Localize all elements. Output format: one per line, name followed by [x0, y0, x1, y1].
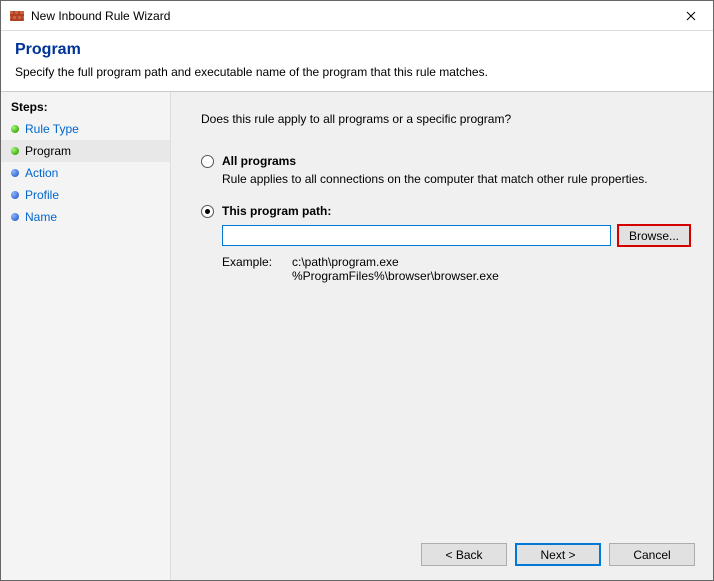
radio-label: All programs	[222, 154, 296, 168]
radio-label: This program path:	[222, 204, 331, 218]
step-label: Name	[25, 210, 57, 224]
step-program[interactable]: Program	[1, 140, 170, 162]
program-path-input[interactable]	[222, 225, 611, 246]
radio-all-programs[interactable]: All programs	[201, 154, 691, 168]
browse-button[interactable]: Browse...	[617, 224, 691, 247]
steps-sidebar: Steps: Rule Type Program Action Profile …	[1, 92, 171, 580]
cancel-label: Cancel	[633, 548, 670, 562]
main-panel: Does this rule apply to all programs or …	[171, 92, 713, 580]
question-text: Does this rule apply to all programs or …	[201, 112, 691, 126]
radio-group: All programs Rule applies to all connect…	[201, 154, 691, 283]
back-button[interactable]: < Back	[421, 543, 507, 566]
example-row: Example: c:\path\program.exe %ProgramFil…	[222, 255, 691, 283]
step-bullet-icon	[11, 147, 19, 155]
browse-label: Browse...	[629, 229, 679, 243]
steps-heading: Steps:	[1, 98, 170, 118]
step-bullet-icon	[11, 169, 19, 177]
header: Program Specify the full program path an…	[1, 31, 713, 91]
step-label: Action	[25, 166, 58, 180]
all-programs-desc: Rule applies to all connections on the c…	[222, 172, 691, 186]
step-label: Rule Type	[25, 122, 79, 136]
example-label: Example:	[222, 255, 292, 283]
step-bullet-icon	[11, 191, 19, 199]
step-profile[interactable]: Profile	[1, 184, 170, 206]
step-label: Program	[25, 144, 71, 158]
path-row: Browse...	[222, 224, 691, 247]
step-name[interactable]: Name	[1, 206, 170, 228]
step-action[interactable]: Action	[1, 162, 170, 184]
footer-buttons: < Back Next > Cancel	[421, 543, 695, 566]
radio-icon	[201, 205, 214, 218]
body: Steps: Rule Type Program Action Profile …	[1, 91, 713, 580]
step-bullet-icon	[11, 213, 19, 221]
step-bullet-icon	[11, 125, 19, 133]
step-rule-type[interactable]: Rule Type	[1, 118, 170, 140]
window-title: New Inbound Rule Wizard	[31, 9, 668, 23]
radio-icon	[201, 155, 214, 168]
close-icon	[686, 8, 696, 24]
page-subtitle: Specify the full program path and execut…	[15, 65, 699, 79]
wizard-window: New Inbound Rule Wizard Program Specify …	[0, 0, 714, 581]
page-title: Program	[15, 41, 699, 59]
cancel-button[interactable]: Cancel	[609, 543, 695, 566]
program-path-block: Browse... Example: c:\path\program.exe %…	[222, 222, 691, 283]
next-label: Next >	[540, 548, 575, 562]
step-label: Profile	[25, 188, 59, 202]
radio-program-path[interactable]: This program path:	[201, 204, 691, 218]
close-button[interactable]	[668, 1, 713, 30]
example-values: c:\path\program.exe %ProgramFiles%\brows…	[292, 255, 499, 283]
firewall-icon	[9, 8, 25, 24]
titlebar: New Inbound Rule Wizard	[1, 1, 713, 31]
next-button[interactable]: Next >	[515, 543, 601, 566]
back-label: < Back	[445, 548, 482, 562]
